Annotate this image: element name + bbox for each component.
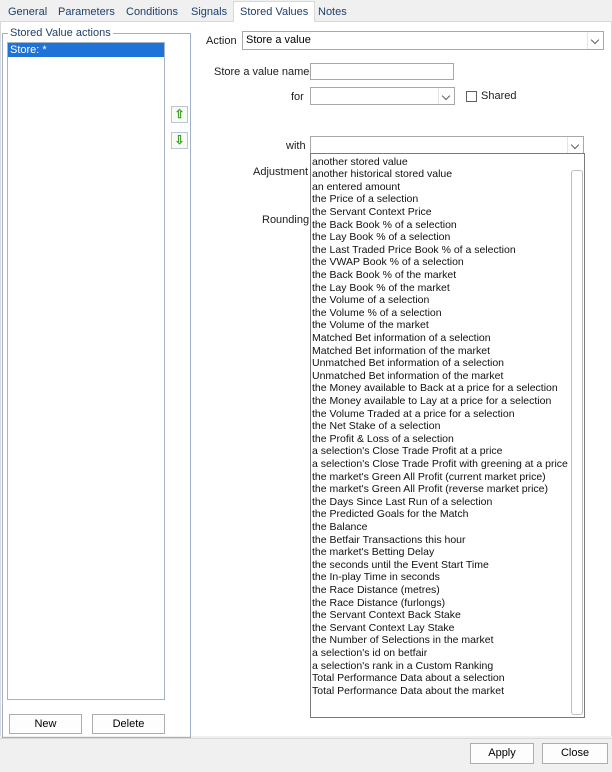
dropdown-option[interactable]: an entered amount (312, 181, 400, 194)
dropdown-option[interactable]: the Race Distance (metres) (312, 584, 440, 597)
shared-checkbox[interactable] (466, 91, 477, 102)
dropdown-option[interactable]: another historical stored value (312, 168, 452, 181)
dropdown-option[interactable]: the market's Betting Delay (312, 546, 434, 559)
chevron-down-icon[interactable] (587, 32, 603, 49)
shared-label: Shared (481, 90, 517, 102)
dropdown-option[interactable]: the Price of a selection (312, 193, 418, 206)
chevron-down-icon[interactable] (567, 137, 583, 153)
action-select-value: Store a value (246, 34, 311, 46)
dropdown-option[interactable]: the market's Green All Profit (current m… (312, 471, 546, 484)
dropdown-option[interactable]: the In-play Time in seconds (312, 571, 440, 584)
dropdown-option[interactable]: the Money available to Back at a price f… (312, 382, 558, 395)
tab-conditions[interactable]: Conditions (120, 3, 184, 22)
adjustment-label: Adjustment (253, 166, 309, 178)
dropdown-option[interactable]: a selection's id on betfair (312, 647, 427, 660)
dropdown-option[interactable]: the seconds until the Event Start Time (312, 559, 489, 572)
dropdown-option[interactable]: the Lay Book % of a selection (312, 231, 450, 244)
dropdown-option[interactable]: the Volume of the market (312, 319, 429, 332)
dropdown-option[interactable]: the Servant Context Back Stake (312, 609, 461, 622)
rounding-label: Rounding (262, 214, 310, 226)
dropdown-option[interactable]: the Number of Selections in the market (312, 634, 494, 647)
dropdown-option[interactable]: the Servant Context Lay Stake (312, 622, 454, 635)
move-down-button[interactable]: ⇩ (171, 132, 188, 149)
chevron-down-icon[interactable] (438, 88, 454, 104)
dropdown-option[interactable]: the Race Distance (furlongs) (312, 597, 445, 610)
dropdown-option[interactable]: the Days Since Last Run of a selection (312, 496, 492, 509)
dropdown-option[interactable]: a selection's Close Trade Profit with gr… (312, 458, 568, 471)
delete-button[interactable]: Delete (92, 714, 165, 734)
dropdown-option[interactable]: a selection's Close Trade Profit at a pr… (312, 445, 503, 458)
for-label: for (291, 91, 304, 103)
dropdown-option[interactable]: the Lay Book % of the market (312, 282, 450, 295)
tab-signals[interactable]: Signals (185, 3, 233, 22)
move-up-button[interactable]: ⇧ (171, 106, 188, 123)
dropdown-option[interactable]: the Betfair Transactions this hour (312, 534, 466, 547)
dropdown-option[interactable]: another stored value (312, 156, 408, 169)
green-down-arrow-icon: ⇩ (174, 133, 185, 147)
dropdown-option[interactable]: the Predicted Goals for the Match (312, 508, 468, 521)
dropdown-option[interactable]: Total Performance Data about a selection (312, 672, 505, 685)
dropdown-option[interactable]: the Money available to Lay at a price fo… (312, 395, 551, 408)
store-named-input[interactable] (310, 63, 454, 80)
dropdown-option[interactable]: the Balance (312, 521, 367, 534)
dropdown-option[interactable]: Unmatched Bet information of a selection (312, 357, 504, 370)
dropdown-option[interactable]: the Back Book % of the market (312, 269, 456, 282)
for-select[interactable] (310, 87, 455, 105)
dropdown-option[interactable]: the Net Stake of a selection (312, 420, 440, 433)
with-select[interactable] (310, 136, 584, 154)
close-button[interactable]: Close (542, 743, 608, 764)
dropdown-option[interactable]: the Servant Context Price (312, 206, 432, 219)
dropdown-option[interactable]: the Volume Traded at a price for a selec… (312, 408, 515, 421)
tab-general[interactable]: General (2, 3, 53, 22)
dropdown-option[interactable]: the Last Traded Price Book % of a select… (312, 244, 516, 257)
dropdown-option[interactable]: the Profit & Loss of a selection (312, 433, 454, 446)
dropdown-option[interactable]: Total Performance Data about the market (312, 685, 504, 698)
stored-value-actions-list[interactable] (7, 42, 165, 700)
dropdown-option[interactable]: the market's Green All Profit (reverse m… (312, 483, 548, 496)
dropdown-option[interactable]: the Volume % of a selection (312, 307, 442, 320)
dropdown-option[interactable]: the Back Book % of a selection (312, 219, 457, 232)
dropdown-option[interactable]: Unmatched Bet information of the market (312, 370, 503, 383)
list-item-selected[interactable]: Store: * (8, 43, 164, 57)
dropdown-option[interactable]: Matched Bet information of the market (312, 345, 490, 358)
dropdown-option[interactable]: the Volume of a selection (312, 294, 429, 307)
store-named-label: Store a value named (214, 66, 316, 78)
tab-stored-values[interactable]: Stored Values (233, 1, 316, 23)
with-label: with (286, 140, 306, 152)
new-button[interactable]: New (9, 714, 82, 734)
action-label: Action (206, 35, 237, 47)
tab-strip: General Parameters Conditions Signals St… (0, 0, 612, 23)
action-select[interactable]: Store a value (242, 31, 604, 50)
group-title: Stored Value actions (8, 27, 113, 39)
dropdown-scrollbar[interactable] (571, 170, 583, 715)
dropdown-option[interactable]: Matched Bet information of a selection (312, 332, 491, 345)
apply-button[interactable]: Apply (470, 743, 534, 764)
dropdown-option[interactable]: the VWAP Book % of a selection (312, 256, 464, 269)
tab-notes[interactable]: Notes (312, 3, 353, 22)
dropdown-option[interactable]: a selection's rank in a Custom Ranking (312, 660, 493, 673)
green-up-arrow-icon: ⇧ (174, 107, 185, 121)
tab-parameters[interactable]: Parameters (52, 3, 121, 22)
